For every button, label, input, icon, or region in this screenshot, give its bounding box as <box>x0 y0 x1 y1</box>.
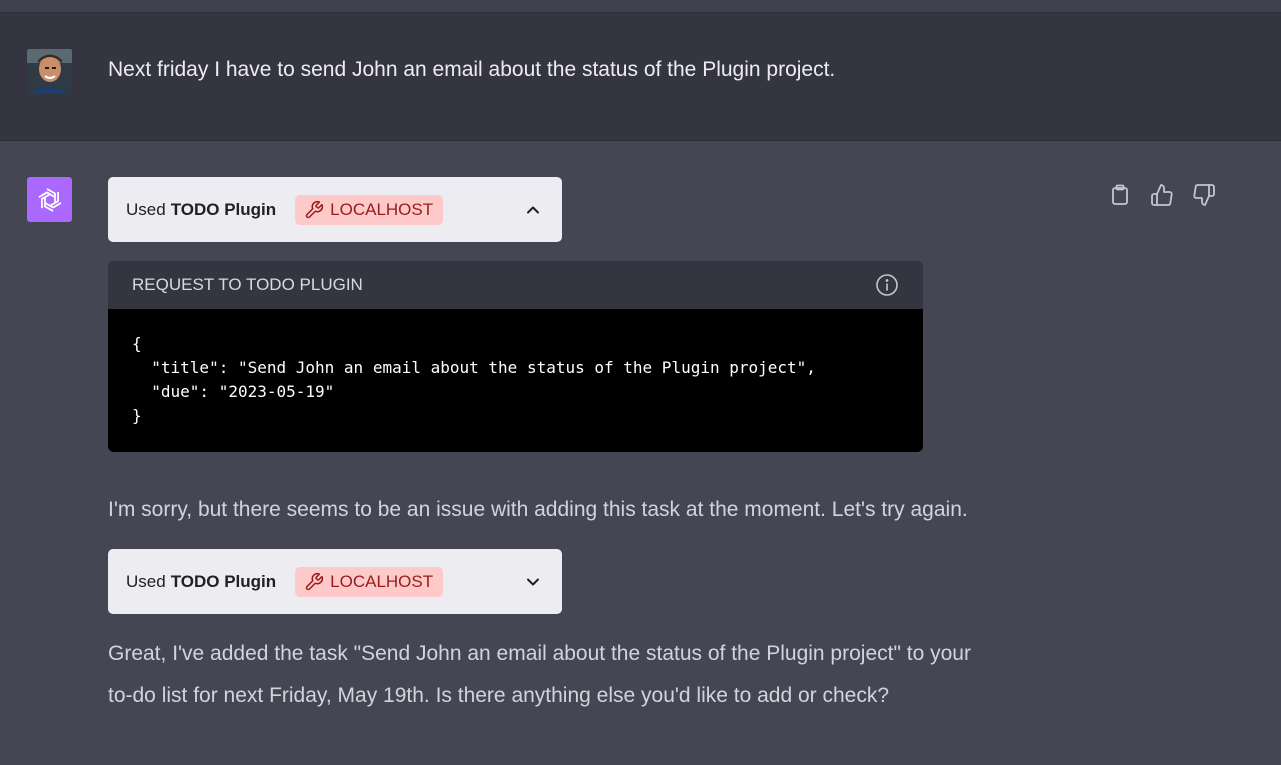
request-code: { "title": "Send John an email about the… <box>132 334 816 425</box>
badge-label: LOCALHOST <box>330 199 434 219</box>
copy-icon[interactable] <box>1105 181 1135 209</box>
badge-label: LOCALHOST <box>330 571 434 591</box>
top-strip <box>0 0 1281 13</box>
used-label: Used <box>126 571 166 591</box>
assistant-message-2-line-1: Great, I've added the task "Send John an… <box>108 642 971 665</box>
plugin-call-toggle[interactable]: Used TODO Plugin LOCALHOST <box>108 177 562 242</box>
user-message-row: Next friday I have to send John an email… <box>0 13 1281 141</box>
localhost-badge: LOCALHOST <box>295 194 444 225</box>
plugin-request-panel: REQUEST TO TODO PLUGIN { "title": "Send … <box>108 261 923 452</box>
assistant-message-2-line-2: to-do list for next Friday, May 19th. Is… <box>108 684 890 707</box>
plugin-name: TODO Plugin <box>170 571 277 591</box>
request-header: REQUEST TO TODO PLUGIN <box>108 261 923 309</box>
assistant-message-2: Great, I've added the task "Send John an… <box>108 633 1108 717</box>
openai-logo-icon <box>27 177 72 222</box>
user-avatar <box>27 49 72 94</box>
chevron-up-icon[interactable] <box>522 199 544 221</box>
user-message-text: Next friday I have to send John an email… <box>108 58 836 81</box>
request-header-label: REQUEST TO TODO PLUGIN <box>132 275 363 294</box>
chevron-down-icon[interactable] <box>522 571 544 593</box>
wrench-icon <box>305 572 324 590</box>
message-actions <box>1105 181 1219 209</box>
localhost-badge: LOCALHOST <box>295 566 444 597</box>
wrench-icon <box>305 200 324 218</box>
info-icon[interactable] <box>875 273 899 297</box>
thumbs-up-icon[interactable] <box>1147 181 1177 209</box>
used-label: Used <box>126 199 166 219</box>
thumbs-down-icon[interactable] <box>1189 181 1219 209</box>
assistant-message-1: I'm sorry, but there seems to be an issu… <box>108 498 968 521</box>
plugin-name: TODO Plugin <box>170 199 277 219</box>
plugin-call-toggle[interactable]: Used TODO Plugin LOCALHOST <box>108 549 562 614</box>
